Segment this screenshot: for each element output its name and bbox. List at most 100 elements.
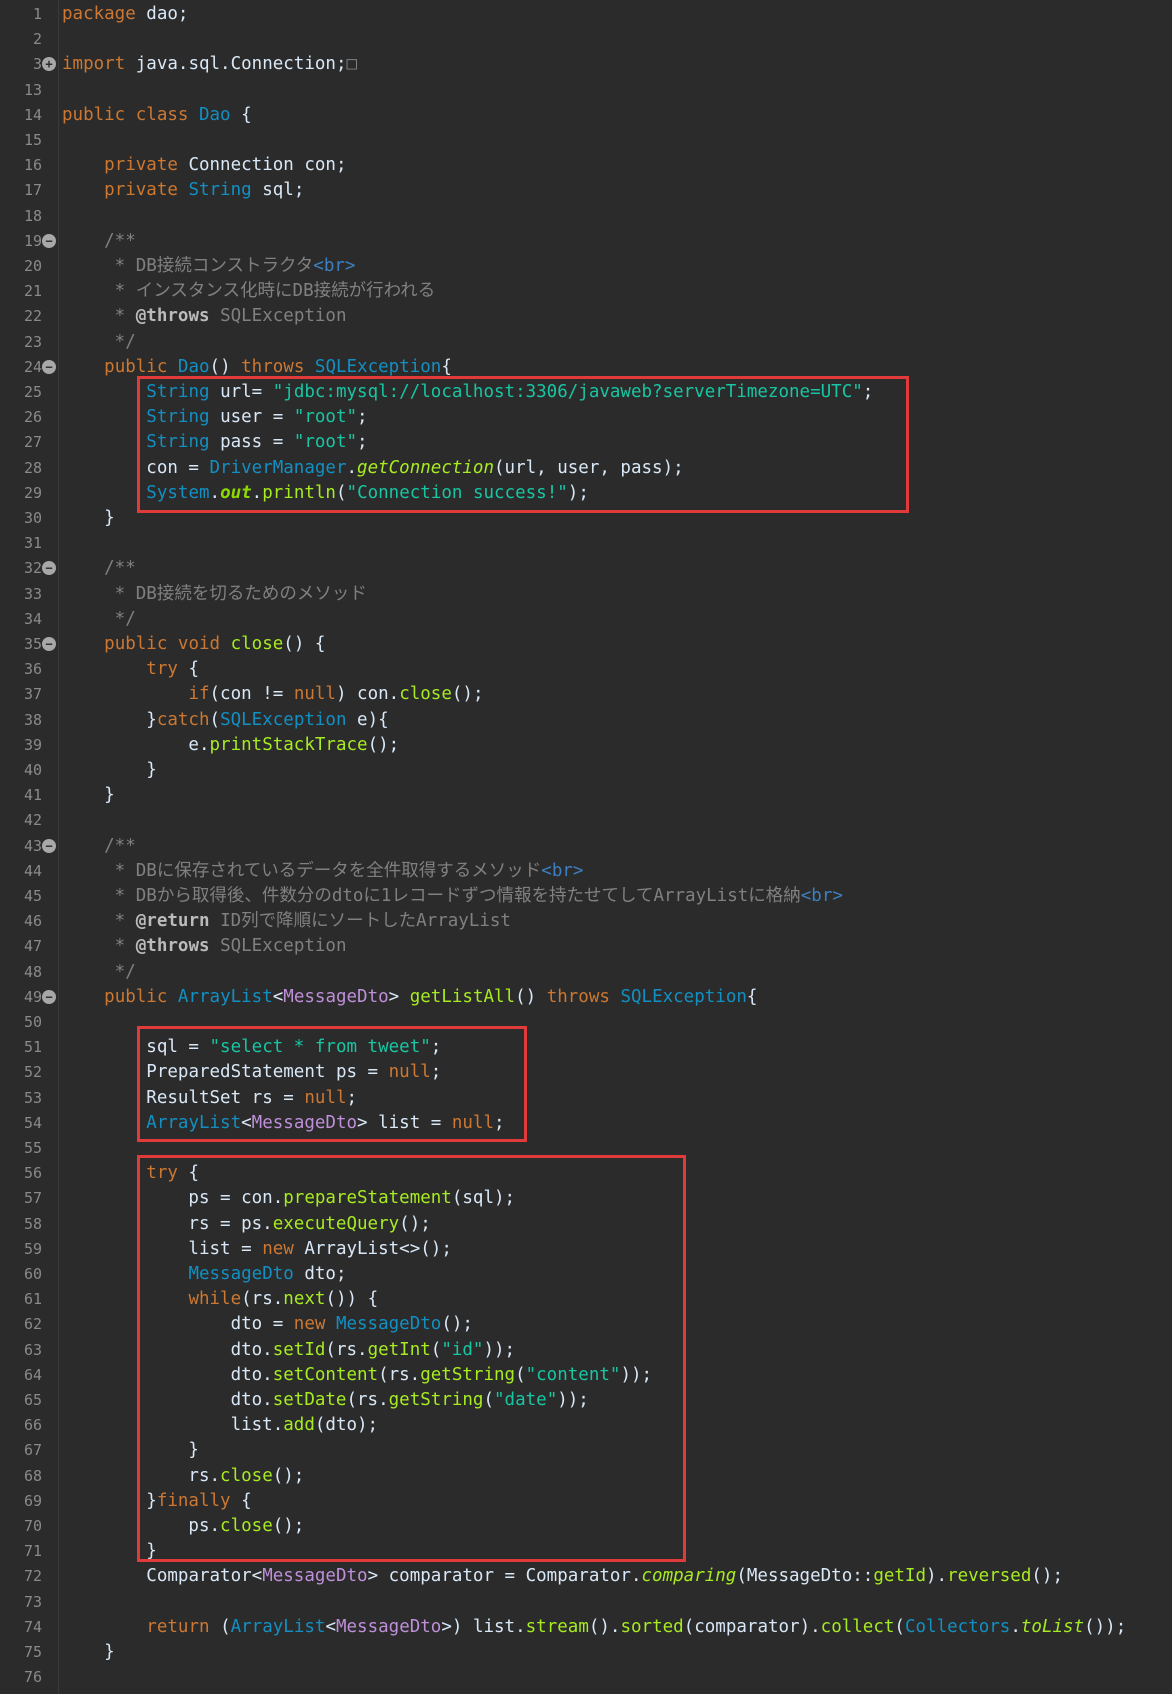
code-line[interactable]: 45 * DBから取得後、件数分のdtoに1レコードずつ情報を持たせてしてArr… [0, 884, 1172, 909]
code-token: } [62, 1642, 115, 1662]
highlight-box-connection [137, 376, 909, 513]
code-token: /** [62, 835, 136, 856]
line-number: 69 [23, 1491, 42, 1510]
code-token: null [293, 684, 336, 705]
code-token: Dao [198, 104, 231, 125]
code-line[interactable]: 42 [0, 808, 1172, 833]
code-line[interactable]: 31 [0, 531, 1172, 556]
code-token: MessageDto [262, 1566, 368, 1587]
code-line[interactable]: 1 package dao; [0, 2, 1172, 27]
line-number: 30 [23, 509, 42, 527]
code-editor[interactable]: 1 package dao; 2 3 + import java.sql.Connecti… [0, 0, 1172, 1694]
code-token: * [62, 911, 136, 932]
code-token: con; [304, 155, 347, 176]
code-line[interactable]: 43− /** [0, 834, 1172, 859]
code-line[interactable]: 47 * @throws SQLException [0, 934, 1172, 959]
code-line[interactable]: 2 [0, 27, 1172, 52]
code-line[interactable]: 35− public void close() { [0, 632, 1172, 657]
line-number: 59 [23, 1239, 42, 1258]
code-line[interactable]: 14 public class Dao { [0, 103, 1172, 128]
fold-collapse-icon[interactable]: − [42, 561, 56, 576]
line-number: 47 [23, 937, 42, 956]
code-token: { [177, 659, 199, 680]
code-token: */ [62, 331, 136, 352]
code-token: /** [62, 230, 136, 251]
code-line[interactable]: 72 Comparator<MessageDto> comparator = C… [0, 1564, 1172, 1589]
code-token: <br> [541, 860, 584, 881]
code-token: (); [451, 684, 484, 705]
line-number: 20 [23, 257, 42, 275]
code-token: /** [62, 558, 136, 579]
line-number: 58 [23, 1214, 42, 1233]
fold-collapse-icon[interactable]: − [42, 838, 56, 853]
line-number: 36 [23, 660, 42, 679]
line-number: 15 [23, 131, 42, 149]
code-line[interactable]: 75 } [0, 1640, 1172, 1665]
code-line[interactable]: 13 [0, 78, 1172, 103]
code-line[interactable]: 76 [0, 1665, 1172, 1690]
code-text: */ [62, 330, 136, 355]
code-line[interactable]: 18 [0, 204, 1172, 229]
code-line[interactable]: 21 * インスタンス化時にDB接続が行われる [0, 279, 1172, 304]
code-line[interactable]: 74 return (ArrayList<MessageDto>) list.s… [0, 1615, 1172, 1640]
code-token: public void [104, 634, 231, 654]
line-number: 63 [23, 1340, 42, 1359]
code-token: ( [209, 709, 221, 730]
code-token: MessageDto [283, 986, 389, 1007]
fold-collapse-icon[interactable]: − [42, 637, 56, 651]
fold-expand-icon[interactable]: + [42, 57, 56, 72]
code-token: @throws [135, 306, 210, 327]
code-token: package [62, 4, 147, 24]
code-line[interactable]: 44 * DBに保存されているデータを全件取得するメソッド<br> [0, 859, 1172, 884]
code-line[interactable]: 40 } [0, 758, 1172, 783]
code-line[interactable]: 32− /** [0, 556, 1172, 581]
line-number: 13 [23, 80, 42, 99]
code-line[interactable]: 46 * @return ID列で降順にソートしたArrayList [0, 909, 1172, 934]
code-line[interactable]: 19− /** [0, 229, 1172, 254]
code-token: import [62, 54, 136, 75]
fold-collapse-icon[interactable]: − [42, 233, 56, 248]
code-line[interactable]: 16 private Connection con; [0, 153, 1172, 178]
code-line[interactable]: 17 private String sql; [0, 178, 1172, 203]
code-line[interactable]: 37 if(con != null) con.close(); [0, 682, 1172, 707]
code-line[interactable]: 48 */ [0, 960, 1172, 985]
code-line[interactable]: 23 */ [0, 330, 1172, 355]
fold-collapse-icon[interactable]: − [42, 989, 56, 1004]
code-token: Connection [188, 155, 305, 176]
code-line[interactable]: 15 [0, 128, 1172, 153]
code-token: () [209, 356, 242, 377]
code-line[interactable]: 22 * @throws SQLException [0, 304, 1172, 329]
code-line[interactable]: 33 * DB接続を切るためのメソッド [0, 582, 1172, 607]
line-number: 38 [23, 710, 42, 729]
code-text: Comparator<MessageDto> comparator = Comp… [62, 1564, 1063, 1589]
code-token: } [62, 508, 115, 528]
code-line[interactable]: 49− public ArrayList<MessageDto> getList… [0, 985, 1172, 1010]
line-number: 1 [32, 5, 42, 23]
code-token: . [630, 1566, 642, 1587]
code-text: * DB接続を切るためのメソッド [62, 582, 367, 607]
code-line[interactable]: 3 + import java.sql.Connection;□ [0, 52, 1172, 77]
code-line[interactable]: 73 [0, 1590, 1172, 1615]
code-line[interactable]: 34 */ [0, 607, 1172, 632]
fold-collapse-icon[interactable]: − [42, 359, 56, 374]
line-number: 25 [23, 383, 42, 401]
code-line[interactable]: 39 e.printStackTrace(); [0, 733, 1172, 758]
code-line[interactable]: 41 } [0, 783, 1172, 808]
code-line[interactable]: 36 try { [0, 657, 1172, 682]
code-token: */ [62, 608, 136, 629]
code-token: * インスタンス化時にDB接続が行われる [62, 281, 436, 302]
line-number: 73 [23, 1592, 42, 1611]
line-number: 62 [23, 1315, 42, 1334]
code-line[interactable]: 20 * DB接続コンストラクタ<br> [0, 254, 1172, 279]
line-number: 52 [23, 1063, 42, 1082]
code-token: { [441, 356, 452, 377]
line-number: 16 [23, 156, 42, 175]
code-token: sorted [620, 1616, 684, 1637]
code-token: □ [346, 54, 358, 75]
code-line[interactable]: 38 }catch(SQLException e){ [0, 708, 1172, 733]
